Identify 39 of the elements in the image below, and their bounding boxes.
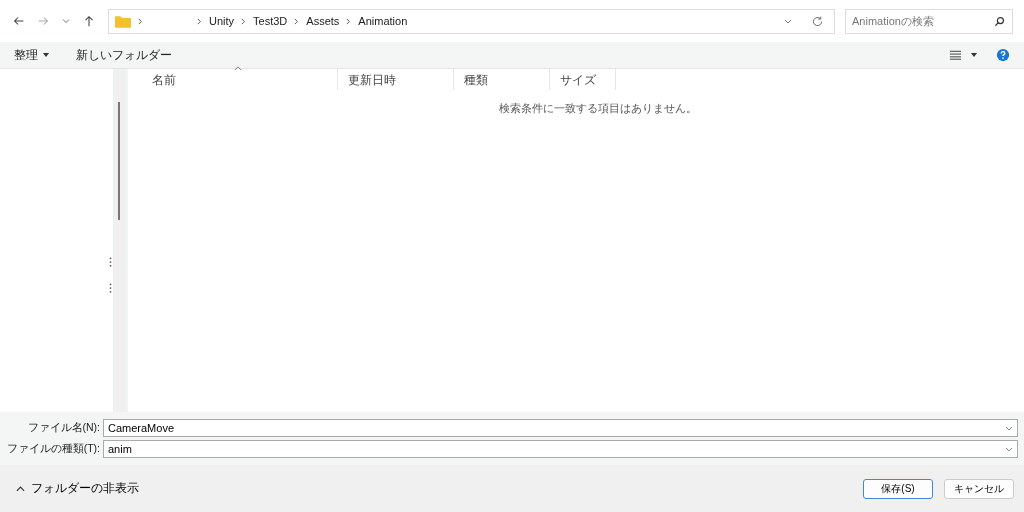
breadcrumb-item[interactable]: Animation (358, 15, 408, 27)
help-icon[interactable] (996, 48, 1010, 62)
chevron-right-icon (345, 17, 353, 25)
chevron-right-icon (240, 17, 248, 25)
dropdown-triangle-icon (970, 51, 978, 59)
chevron-right-icon (196, 17, 203, 25)
search-field[interactable]: Animationの検索 (845, 8, 1013, 34)
refresh-icon[interactable] (811, 14, 824, 28)
breadcrumb-item[interactable]: Unity (209, 15, 235, 27)
breadcrumb-item[interactable]: Test3D (253, 15, 288, 27)
scrollbar-thumb[interactable] (118, 102, 120, 220)
column-header[interactable]: サイズ (550, 69, 616, 90)
search-icon[interactable] (994, 15, 1005, 27)
dropdown-triangle-icon (42, 51, 50, 59)
field-label: ファイル名(N): (26, 421, 101, 435)
up-arrow-icon[interactable] (82, 14, 96, 28)
back-icon[interactable] (12, 14, 26, 28)
organize-menu-button[interactable]: 整理 (8, 44, 56, 66)
scrollbar[interactable] (113, 69, 126, 412)
folder-icon (115, 14, 131, 28)
dots-icon (109, 283, 112, 293)
combo-field[interactable]: anim (103, 440, 1018, 458)
field-label: ファイルの種類(T): (5, 442, 101, 456)
column-header[interactable]: 種類 (454, 69, 550, 90)
hide-folders-button[interactable]: フォルダーの非表示 (10, 479, 145, 498)
empty-message: 検索条件に一致する項目はありません。 (499, 102, 698, 116)
column-header[interactable]: 名前 (142, 69, 338, 90)
address-bar[interactable]: Unity Test3D Assets Animation (108, 8, 835, 34)
combo-field[interactable]: CameraMove (103, 419, 1018, 437)
dots-icon (109, 257, 112, 267)
new-folder-button[interactable]: 新しいフォルダー (70, 44, 178, 66)
dialog-button[interactable]: 保存(S) (863, 478, 933, 499)
chevron-up-icon (16, 484, 25, 493)
chevron-right-icon (293, 17, 301, 25)
column-header[interactable]: 更新日時 (338, 69, 454, 90)
chevron-right-icon (137, 17, 144, 25)
breadcrumb-item[interactable]: Assets (306, 15, 340, 27)
list-view-icon (949, 50, 962, 60)
dialog-button[interactable]: キャンセル (944, 478, 1014, 499)
